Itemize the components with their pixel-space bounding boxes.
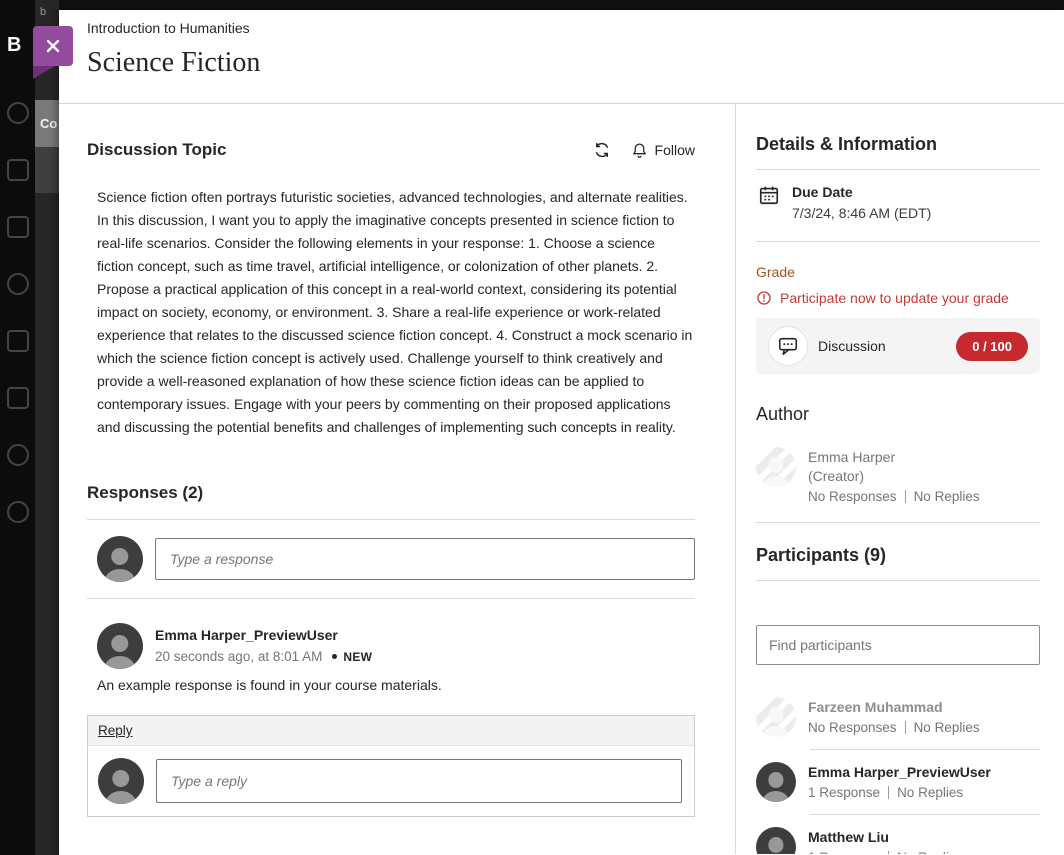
- stat-divider: [905, 721, 906, 734]
- author-row: Emma Harper (Creator) No Responses No Re…: [756, 447, 1040, 504]
- current-user-avatar: [97, 536, 143, 582]
- response-text: An example response is found in your cou…: [97, 677, 695, 693]
- participants-heading: Participants (9): [756, 545, 1040, 566]
- refresh-button[interactable]: [593, 141, 611, 159]
- due-date-label: Due Date: [792, 184, 931, 200]
- nav-icon[interactable]: [7, 444, 29, 466]
- responder-avatar: [97, 623, 143, 669]
- follow-label: Follow: [655, 142, 695, 158]
- grade-item-card: Discussion 0 / 100: [756, 318, 1040, 374]
- grade-score-pill: 0 / 100: [956, 332, 1028, 361]
- discussion-prompt: Science fiction often portrays futuristi…: [97, 186, 695, 439]
- participant-row[interactable]: Matthew Liu 1 Response No Replies: [756, 827, 1040, 854]
- author-role: (Creator): [808, 468, 980, 484]
- stat-divider: [888, 851, 889, 854]
- divider: [87, 519, 695, 520]
- app-logo[interactable]: B: [7, 34, 21, 57]
- discussion-icon-circle: [768, 326, 808, 366]
- participant-replies: No Replies: [914, 720, 980, 735]
- details-sidebar: Details & Information Due Date 7/3/24, 8…: [735, 104, 1064, 854]
- alert-icon: [756, 290, 772, 306]
- base-nav-strip: B: [0, 0, 35, 855]
- calendar-icon: [758, 184, 780, 206]
- nav-icon[interactable]: [7, 501, 29, 523]
- discussion-icon: [777, 335, 799, 357]
- divider: [87, 598, 695, 599]
- follow-button[interactable]: Follow: [631, 142, 695, 159]
- close-icon: [45, 38, 61, 54]
- response-timestamp: 20 seconds ago, at 8:01 AM: [155, 649, 322, 664]
- nav-icon[interactable]: [7, 273, 29, 295]
- participant-avatar: [756, 827, 796, 854]
- participant-avatar: [756, 697, 796, 737]
- participant-replies: No Replies: [897, 850, 963, 854]
- due-date-value: 7/3/24, 8:46 AM (EDT): [792, 205, 931, 221]
- author-replies: No Replies: [914, 489, 980, 504]
- divider: [756, 580, 1040, 581]
- nav-icon[interactable]: [7, 330, 29, 352]
- participant-responses: 1 Response: [808, 785, 880, 800]
- stat-divider: [888, 786, 889, 799]
- dimmed-nav-label: Co: [35, 100, 59, 147]
- participant-responses: 1 Response: [808, 850, 880, 854]
- discussion-panel: Introduction to Humanities Science Ficti…: [59, 10, 1064, 855]
- course-name: Introduction to Humanities: [87, 20, 1064, 36]
- dimmed-page-strip: Co: [35, 0, 59, 855]
- refresh-icon: [593, 141, 611, 159]
- response-input[interactable]: [155, 538, 695, 580]
- author-name: Emma Harper: [808, 449, 980, 465]
- participant-name: Farzeen Muhammad: [808, 699, 980, 715]
- reply-link[interactable]: Reply: [98, 723, 133, 738]
- discussion-topic-heading: Discussion Topic: [87, 140, 227, 160]
- close-button-fold: [33, 66, 55, 79]
- participant-row[interactable]: Farzeen Muhammad No Responses No Replies: [756, 697, 1040, 737]
- base-nav-icons: [0, 102, 35, 558]
- dimmed-page-block: [35, 147, 59, 193]
- divider: [810, 749, 1040, 750]
- discussion-main: Discussion Topic: [59, 104, 735, 854]
- participant-name: Matthew Liu: [808, 829, 963, 845]
- divider: [810, 814, 1040, 815]
- participant-row[interactable]: Emma Harper_PreviewUser 1 Response No Re…: [756, 762, 1040, 802]
- nav-icon[interactable]: [7, 216, 29, 238]
- panel-header: Introduction to Humanities Science Ficti…: [59, 10, 1064, 104]
- grade-alert-text: Participate now to update your grade: [780, 290, 1009, 306]
- current-user-avatar: [98, 758, 144, 804]
- bell-icon: [631, 142, 648, 159]
- participant-responses: No Responses: [808, 720, 897, 735]
- obscured-text-fragment: b: [40, 6, 46, 18]
- divider: [756, 241, 1040, 242]
- author-responses: No Responses: [808, 489, 897, 504]
- responses-heading: Responses (2): [87, 483, 695, 503]
- page-title: Science Fiction: [87, 47, 1064, 79]
- participants-list: Farzeen Muhammad No Responses No Replies…: [756, 697, 1040, 854]
- nav-icon[interactable]: [7, 159, 29, 181]
- responder-name: Emma Harper_PreviewUser: [155, 627, 372, 643]
- reply-input[interactable]: [156, 759, 682, 803]
- nav-icon[interactable]: [7, 102, 29, 124]
- author-heading: Author: [756, 404, 1040, 425]
- participant-replies: No Replies: [897, 785, 963, 800]
- participant-name: Emma Harper_PreviewUser: [808, 764, 991, 780]
- find-participants-input[interactable]: [756, 625, 1040, 665]
- grade-section-label: Grade: [756, 264, 1040, 280]
- grade-item-label: Discussion: [818, 338, 886, 354]
- response-post: Emma Harper_PreviewUser 20 seconds ago, …: [87, 623, 695, 817]
- new-indicator-dot: [332, 654, 337, 659]
- new-badge: NEW: [343, 650, 372, 664]
- divider: [756, 522, 1040, 523]
- stat-divider: [905, 490, 906, 503]
- nav-icon[interactable]: [7, 387, 29, 409]
- details-heading: Details & Information: [756, 134, 1040, 155]
- close-panel-button[interactable]: [33, 26, 73, 66]
- author-avatar: [756, 447, 796, 487]
- participant-avatar: [756, 762, 796, 802]
